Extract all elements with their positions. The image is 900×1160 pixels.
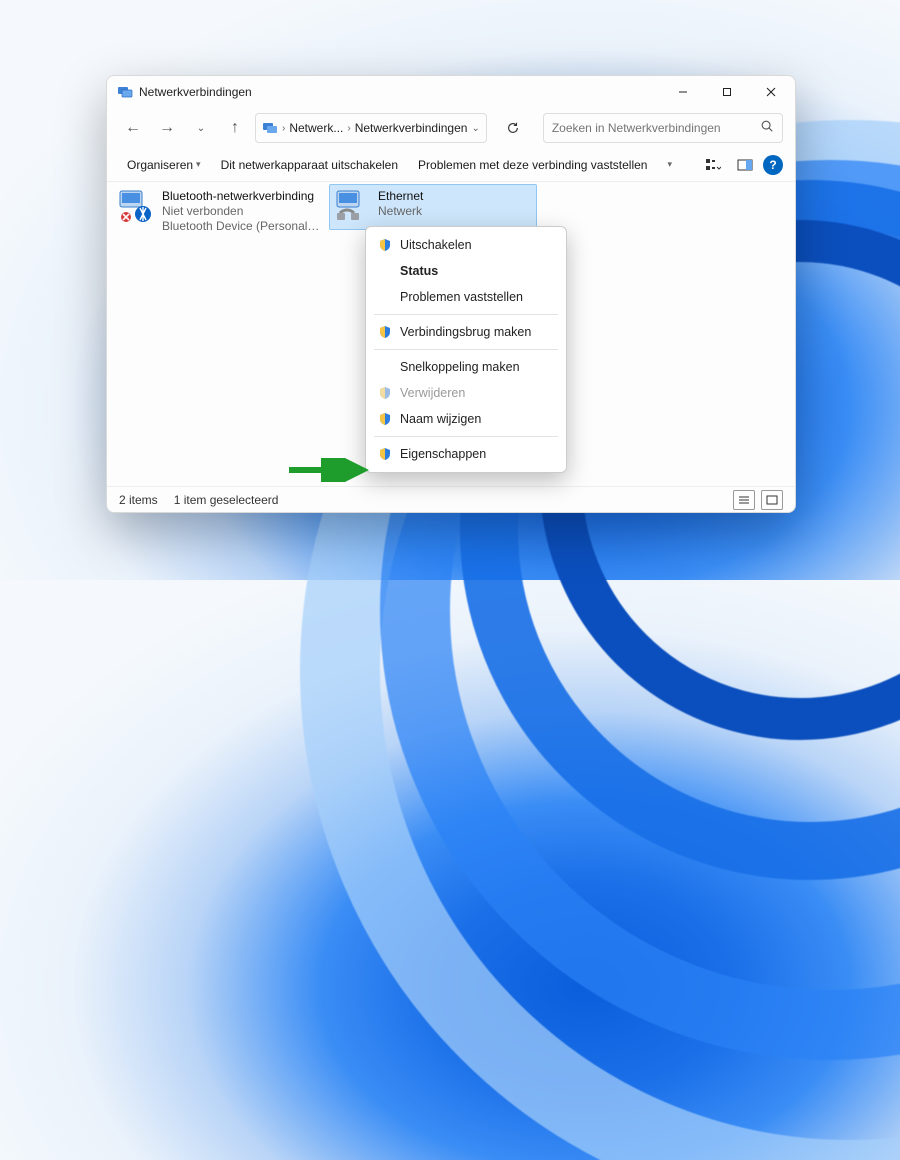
minimize-button[interactable] [661, 76, 705, 108]
shield-icon [378, 238, 392, 252]
refresh-button[interactable] [499, 114, 527, 142]
adapter-status: Netwerk [378, 204, 423, 219]
breadcrumb[interactable]: › Netwerk... › Netwerkverbindingen ⌄ [255, 113, 487, 143]
network-icon [117, 84, 133, 100]
diagnose-button[interactable]: Problemen met deze verbinding vaststelle… [410, 154, 655, 176]
maximize-button[interactable] [705, 76, 749, 108]
bluetooth-adapter-icon [118, 189, 154, 225]
ctx-delete: Verwijderen [366, 380, 566, 406]
shield-icon [378, 386, 392, 400]
breadcrumb-seg[interactable]: Netwerkverbindingen [355, 121, 468, 135]
chevron-down-icon[interactable]: ⌄ [471, 123, 479, 134]
search-box[interactable] [543, 113, 783, 143]
ctx-bridge[interactable]: Verbindingsbrug maken [366, 319, 566, 345]
adapter-item-bluetooth[interactable]: Bluetooth-netwerkverbinding Niet verbond… [113, 184, 321, 239]
chevron-down-icon: ▾ [196, 159, 201, 170]
chevron-right-icon: › [347, 123, 350, 134]
status-selected-count: 1 item geselecteerd [174, 493, 279, 507]
shield-icon [378, 447, 392, 461]
ctx-properties[interactable]: Eigenschappen [366, 441, 566, 467]
separator [374, 436, 558, 437]
icons-view-button[interactable] [761, 490, 783, 510]
ctx-status[interactable]: Status [366, 258, 566, 284]
chevron-right-icon: › [282, 123, 285, 134]
nav-toolbar: ← → ⌄ ↑ › Netwerk... › Netwerkverbinding… [107, 108, 795, 148]
window-title: Netwerkverbindingen [139, 85, 252, 99]
explorer-window: Netwerkverbindingen ← → ⌄ ↑ › Netwerk...… [106, 75, 796, 513]
search-icon[interactable] [760, 119, 774, 138]
separator [374, 349, 558, 350]
titlebar: Netwerkverbindingen [107, 76, 795, 108]
network-icon [262, 120, 278, 136]
ctx-shortcut[interactable]: Snelkoppeling maken [366, 354, 566, 380]
adapter-name: Bluetooth-netwerkverbinding [162, 189, 322, 204]
organize-menu[interactable]: Organiseren▾ [119, 154, 209, 176]
preview-pane-button[interactable] [731, 151, 759, 179]
annotation-arrow [287, 458, 371, 482]
command-bar: Organiseren▾ Dit netwerkapparaat uitscha… [107, 148, 795, 182]
details-view-button[interactable] [733, 490, 755, 510]
up-button[interactable]: ↑ [221, 114, 249, 142]
shield-icon [378, 412, 392, 426]
close-button[interactable] [749, 76, 793, 108]
ctx-rename[interactable]: Naam wijzigen [366, 406, 566, 432]
status-bar: 2 items 1 item geselecteerd [107, 486, 795, 512]
breadcrumb-seg[interactable]: Netwerk... [289, 121, 343, 135]
ethernet-adapter-icon [334, 189, 370, 225]
adapter-name: Ethernet [378, 189, 423, 204]
context-menu: Uitschakelen Status Problemen vaststelle… [365, 226, 567, 473]
view-options-button[interactable] [699, 151, 727, 179]
adapter-device: Bluetooth Device (Personal Area ... [162, 219, 322, 234]
back-button[interactable]: ← [119, 114, 147, 142]
search-input[interactable] [552, 121, 760, 135]
content-area[interactable]: Bluetooth-netwerkverbinding Niet verbond… [107, 182, 795, 486]
separator [374, 314, 558, 315]
help-button[interactable]: ? [763, 155, 783, 175]
adapter-status: Niet verbonden [162, 204, 322, 219]
more-menu[interactable]: ▾ [659, 155, 680, 174]
shield-icon [378, 325, 392, 339]
chevron-down-icon: ▾ [667, 159, 672, 170]
disable-device-button[interactable]: Dit netwerkapparaat uitschakelen [213, 154, 406, 176]
adapter-item-ethernet[interactable]: Ethernet Netwerk [329, 184, 537, 230]
ctx-disable[interactable]: Uitschakelen [366, 232, 566, 258]
ctx-diagnose[interactable]: Problemen vaststellen [366, 284, 566, 310]
recent-chevron[interactable]: ⌄ [187, 114, 215, 142]
status-item-count: 2 items [119, 493, 158, 507]
forward-button[interactable]: → [153, 114, 181, 142]
